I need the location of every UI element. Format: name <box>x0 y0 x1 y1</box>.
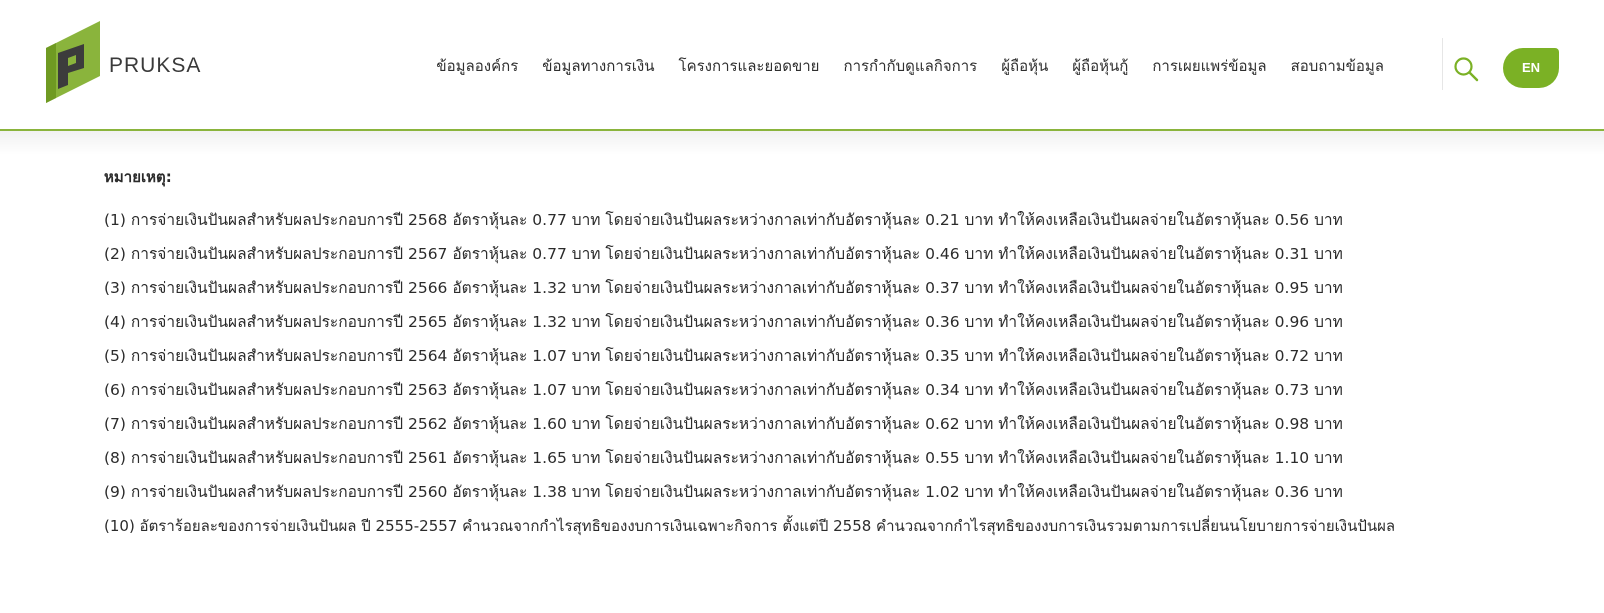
nav-item-publications[interactable]: การเผยแพร่ข้อมูล <box>1152 52 1266 80</box>
note-item: (8) การจ่ายเงินปันผลสำหรับผลประกอบการปี … <box>104 449 1343 467</box>
note-item: (6) การจ่ายเงินปันผลสำหรับผลประกอบการปี … <box>104 381 1343 399</box>
note-item: (1) การจ่ายเงินปันผลสำหรับผลประกอบการปี … <box>104 211 1343 229</box>
site-header: PRUKSA ข้อมูลองค์กร ข้อมูลทางการเงิน โคร… <box>0 0 1604 131</box>
note-item: (5) การจ่ายเงินปันผลสำหรับผลประกอบการปี … <box>104 347 1343 365</box>
dividend-notes: หมายเหตุ: (1) การจ่ายเงินปันผลสำหรับผลปร… <box>104 165 1564 543</box>
search-icon <box>1454 57 1479 82</box>
note-item: (9) การจ่ายเงินปันผลสำหรับผลประกอบการปี … <box>104 483 1343 501</box>
language-toggle-button[interactable]: EN <box>1503 48 1559 88</box>
pruksa-logo[interactable]: PRUKSA <box>46 21 206 103</box>
nav-item-shareholders[interactable]: ผู้ถือหุ้น <box>1001 52 1048 80</box>
nav-item-corporate-governance[interactable]: การกำกับดูแลกิจการ <box>843 52 977 80</box>
nav-item-inquiry[interactable]: สอบถามข้อมูล <box>1291 52 1384 80</box>
note-item: (4) การจ่ายเงินปันผลสำหรับผลประกอบการปี … <box>104 313 1343 331</box>
note-item: (7) การจ่ายเงินปันผลสำหรับผลประกอบการปี … <box>104 415 1343 433</box>
main-nav: ข้อมูลองค์กร ข้อมูลทางการเงิน โครงการและ… <box>436 52 1384 80</box>
notes-list: (1) การจ่ายเงินปันผลสำหรับผลประกอบการปี … <box>104 203 1564 543</box>
nav-item-debenture-holders[interactable]: ผู้ถือหุ้นกู้ <box>1072 52 1128 80</box>
note-item: (2) การจ่ายเงินปันผลสำหรับผลประกอบการปี … <box>104 245 1343 263</box>
nav-item-projects-sales[interactable]: โครงการและยอดขาย <box>679 52 820 80</box>
nav-item-corporate-info[interactable]: ข้อมูลองค์กร <box>436 52 518 80</box>
header-divider <box>1442 38 1443 90</box>
brand-name: PRUKSA <box>109 54 202 77</box>
note-item: (3) การจ่ายเงินปันผลสำหรับผลประกอบการปี … <box>104 279 1343 297</box>
note-item: (10) อัตราร้อยละของการจ่ายเงินปันผล ปี 2… <box>104 517 1396 535</box>
nav-item-financial-info[interactable]: ข้อมูลทางการเงิน <box>542 52 654 80</box>
header-shadow <box>0 131 1604 155</box>
search-button[interactable] <box>1452 55 1480 83</box>
pruksa-logo-icon <box>46 21 100 103</box>
notes-title: หมายเหตุ: <box>104 168 172 186</box>
